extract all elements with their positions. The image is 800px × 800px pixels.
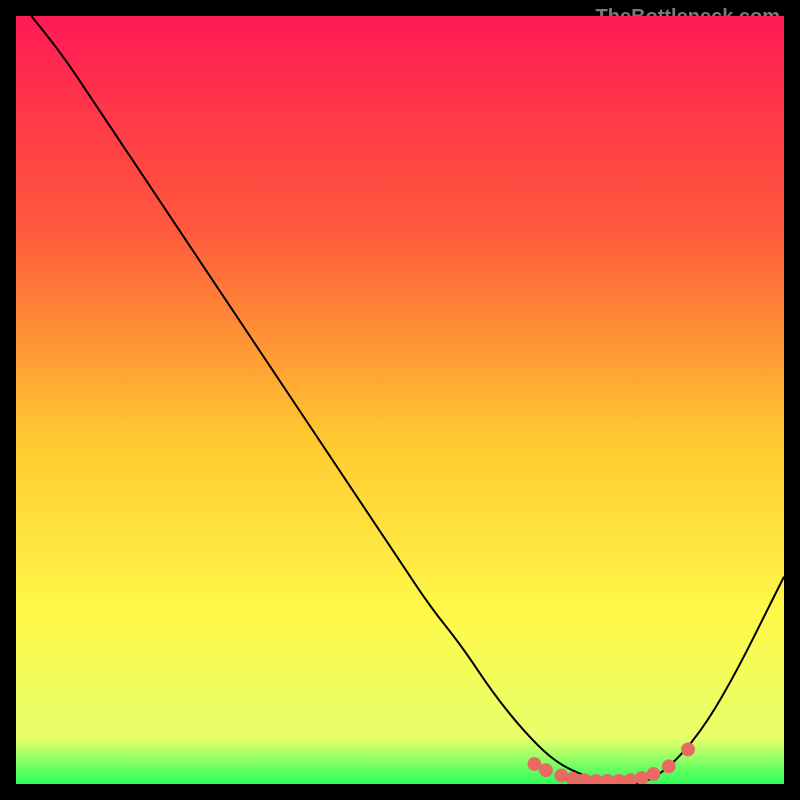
marker-dot [539, 763, 553, 777]
marker-dot [647, 767, 661, 781]
chart-background [16, 16, 784, 784]
marker-dot [681, 743, 695, 757]
chart-svg [16, 16, 784, 784]
marker-dot [662, 759, 676, 773]
